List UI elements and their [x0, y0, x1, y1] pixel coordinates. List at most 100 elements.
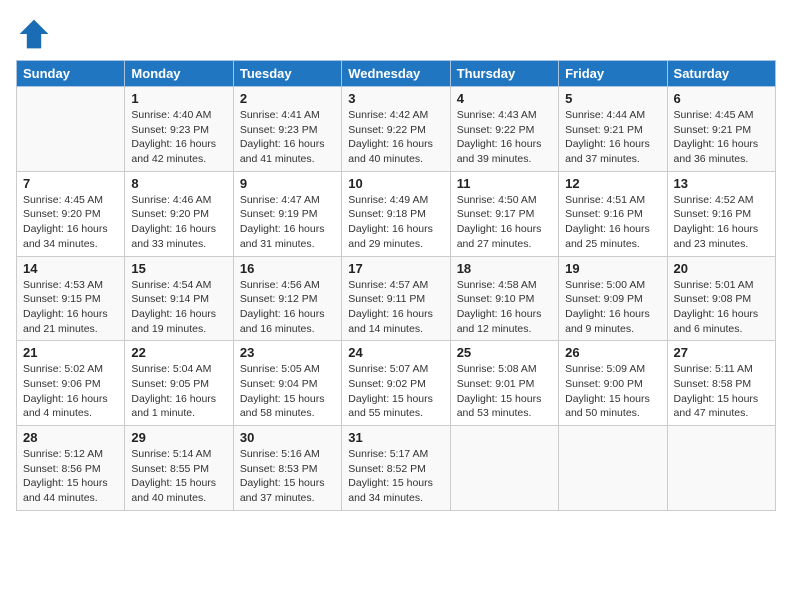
day-number: 9: [240, 176, 335, 191]
day-number: 3: [348, 91, 443, 106]
day-number: 10: [348, 176, 443, 191]
day-number: 6: [674, 91, 769, 106]
day-number: 22: [131, 345, 226, 360]
day-info: Sunrise: 4:51 AM Sunset: 9:16 PM Dayligh…: [565, 193, 660, 252]
day-info: Sunrise: 5:12 AM Sunset: 8:56 PM Dayligh…: [23, 447, 118, 506]
day-info: Sunrise: 5:17 AM Sunset: 8:52 PM Dayligh…: [348, 447, 443, 506]
day-info: Sunrise: 4:44 AM Sunset: 9:21 PM Dayligh…: [565, 108, 660, 167]
header-day-wednesday: Wednesday: [342, 61, 450, 87]
calendar-cell: 17 Sunrise: 4:57 AM Sunset: 9:11 PM Dayli…: [342, 256, 450, 341]
calendar-cell: 30 Sunrise: 5:16 AM Sunset: 8:53 PM Dayli…: [233, 426, 341, 511]
header-day-sunday: Sunday: [17, 61, 125, 87]
day-info: Sunrise: 5:07 AM Sunset: 9:02 PM Dayligh…: [348, 362, 443, 421]
day-info: Sunrise: 5:08 AM Sunset: 9:01 PM Dayligh…: [457, 362, 552, 421]
day-info: Sunrise: 4:52 AM Sunset: 9:16 PM Dayligh…: [674, 193, 769, 252]
calendar-cell: 22 Sunrise: 5:04 AM Sunset: 9:05 PM Dayli…: [125, 341, 233, 426]
day-number: 28: [23, 430, 118, 445]
day-number: 24: [348, 345, 443, 360]
day-info: Sunrise: 5:16 AM Sunset: 8:53 PM Dayligh…: [240, 447, 335, 506]
day-info: Sunrise: 4:43 AM Sunset: 9:22 PM Dayligh…: [457, 108, 552, 167]
calendar-cell: 28 Sunrise: 5:12 AM Sunset: 8:56 PM Dayli…: [17, 426, 125, 511]
day-number: 30: [240, 430, 335, 445]
day-number: 19: [565, 261, 660, 276]
day-number: 7: [23, 176, 118, 191]
day-info: Sunrise: 5:09 AM Sunset: 9:00 PM Dayligh…: [565, 362, 660, 421]
day-info: Sunrise: 4:50 AM Sunset: 9:17 PM Dayligh…: [457, 193, 552, 252]
header-day-thursday: Thursday: [450, 61, 558, 87]
calendar-cell: 15Sunrise: 4:54 AM Sunset: 9:14 PM Dayli…: [125, 256, 233, 341]
day-number: 20: [674, 261, 769, 276]
calendar-cell: 3Sunrise: 4:42 AM Sunset: 9:22 PM Daylig…: [342, 87, 450, 172]
calendar-cell: 23 Sunrise: 5:05 AM Sunset: 9:04 PM Dayli…: [233, 341, 341, 426]
calendar-cell: 11 Sunrise: 4:50 AM Sunset: 9:17 PM Dayli…: [450, 171, 558, 256]
day-number: 14: [23, 261, 118, 276]
day-number: 23: [240, 345, 335, 360]
day-number: 12: [565, 176, 660, 191]
day-number: 21: [23, 345, 118, 360]
day-info: Sunrise: 4:56 AM Sunset: 9:12 PM Dayligh…: [240, 278, 335, 337]
calendar-cell: 19 Sunrise: 5:00 AM Sunset: 9:09 PM Dayli…: [559, 256, 667, 341]
day-number: 16: [240, 261, 335, 276]
calendar-cell: 10 Sunrise: 4:49 AM Sunset: 9:18 PM Dayli…: [342, 171, 450, 256]
day-number: 8: [131, 176, 226, 191]
calendar-cell: 27 Sunrise: 5:11 AM Sunset: 8:58 PM Dayli…: [667, 341, 775, 426]
header-row: SundayMondayTuesdayWednesdayThursdayFrid…: [17, 61, 776, 87]
day-number: 1: [131, 91, 226, 106]
calendar-cell: [667, 426, 775, 511]
calendar-cell: 18Sunrise: 4:58 AM Sunset: 9:10 PM Dayli…: [450, 256, 558, 341]
header-day-monday: Monday: [125, 61, 233, 87]
day-number: 31: [348, 430, 443, 445]
calendar-cell: 21 Sunrise: 5:02 AM Sunset: 9:06 PM Dayli…: [17, 341, 125, 426]
calendar-cell: [559, 426, 667, 511]
day-info: Sunrise: 4:57 AM Sunset: 9:11 PM Dayligh…: [348, 278, 443, 337]
day-number: 17: [348, 261, 443, 276]
week-row-4: 21 Sunrise: 5:02 AM Sunset: 9:06 PM Dayli…: [17, 341, 776, 426]
day-number: 4: [457, 91, 552, 106]
calendar-table: SundayMondayTuesdayWednesdayThursdayFrid…: [16, 60, 776, 511]
calendar-cell: 6 Sunrise: 4:45 AM Sunset: 9:21 PM Daylig…: [667, 87, 775, 172]
day-number: 27: [674, 345, 769, 360]
day-info: Sunrise: 5:11 AM Sunset: 8:58 PM Dayligh…: [674, 362, 769, 421]
calendar-cell: 1 Sunrise: 4:40 AM Sunset: 9:23 PM Daylig…: [125, 87, 233, 172]
calendar-cell: [17, 87, 125, 172]
day-info: Sunrise: 4:47 AM Sunset: 9:19 PM Dayligh…: [240, 193, 335, 252]
day-number: 13: [674, 176, 769, 191]
day-info: Sunrise: 4:40 AM Sunset: 9:23 PM Dayligh…: [131, 108, 226, 167]
day-info: Sunrise: 5:05 AM Sunset: 9:04 PM Dayligh…: [240, 362, 335, 421]
calendar-cell: 13 Sunrise: 4:52 AM Sunset: 9:16 PM Dayli…: [667, 171, 775, 256]
page-header: [16, 16, 776, 52]
logo: [16, 16, 56, 52]
day-info: Sunrise: 4:45 AM Sunset: 9:21 PM Dayligh…: [674, 108, 769, 167]
header-day-saturday: Saturday: [667, 61, 775, 87]
week-row-2: 7 Sunrise: 4:45 AM Sunset: 9:20 PM Daylig…: [17, 171, 776, 256]
week-row-5: 28 Sunrise: 5:12 AM Sunset: 8:56 PM Dayli…: [17, 426, 776, 511]
calendar-cell: 9 Sunrise: 4:47 AM Sunset: 9:19 PM Daylig…: [233, 171, 341, 256]
week-row-1: 1 Sunrise: 4:40 AM Sunset: 9:23 PM Daylig…: [17, 87, 776, 172]
calendar-cell: 5 Sunrise: 4:44 AM Sunset: 9:21 PM Daylig…: [559, 87, 667, 172]
calendar-cell: 29 Sunrise: 5:14 AM Sunset: 8:55 PM Dayli…: [125, 426, 233, 511]
calendar-cell: 26 Sunrise: 5:09 AM Sunset: 9:00 PM Dayli…: [559, 341, 667, 426]
day-number: 2: [240, 91, 335, 106]
day-number: 29: [131, 430, 226, 445]
day-info: Sunrise: 5:02 AM Sunset: 9:06 PM Dayligh…: [23, 362, 118, 421]
day-info: Sunrise: 5:14 AM Sunset: 8:55 PM Dayligh…: [131, 447, 226, 506]
calendar-cell: 2 Sunrise: 4:41 AM Sunset: 9:23 PM Daylig…: [233, 87, 341, 172]
day-info: Sunrise: 4:46 AM Sunset: 9:20 PM Dayligh…: [131, 193, 226, 252]
calendar-cell: 7 Sunrise: 4:45 AM Sunset: 9:20 PM Daylig…: [17, 171, 125, 256]
calendar-cell: 8 Sunrise: 4:46 AM Sunset: 9:20 PM Daylig…: [125, 171, 233, 256]
calendar-cell: 20Sunrise: 5:01 AM Sunset: 9:08 PM Dayli…: [667, 256, 775, 341]
day-info: Sunrise: 5:00 AM Sunset: 9:09 PM Dayligh…: [565, 278, 660, 337]
day-number: 26: [565, 345, 660, 360]
calendar-cell: 16 Sunrise: 4:56 AM Sunset: 9:12 PM Dayli…: [233, 256, 341, 341]
calendar-cell: [450, 426, 558, 511]
day-number: 11: [457, 176, 552, 191]
calendar-cell: 14Sunrise: 4:53 AM Sunset: 9:15 PM Dayli…: [17, 256, 125, 341]
day-info: Sunrise: 5:04 AM Sunset: 9:05 PM Dayligh…: [131, 362, 226, 421]
day-number: 18: [457, 261, 552, 276]
day-number: 5: [565, 91, 660, 106]
day-info: Sunrise: 4:45 AM Sunset: 9:20 PM Dayligh…: [23, 193, 118, 252]
day-info: Sunrise: 4:49 AM Sunset: 9:18 PM Dayligh…: [348, 193, 443, 252]
day-info: Sunrise: 4:41 AM Sunset: 9:23 PM Dayligh…: [240, 108, 335, 167]
header-day-tuesday: Tuesday: [233, 61, 341, 87]
calendar-cell: 24 Sunrise: 5:07 AM Sunset: 9:02 PM Dayli…: [342, 341, 450, 426]
